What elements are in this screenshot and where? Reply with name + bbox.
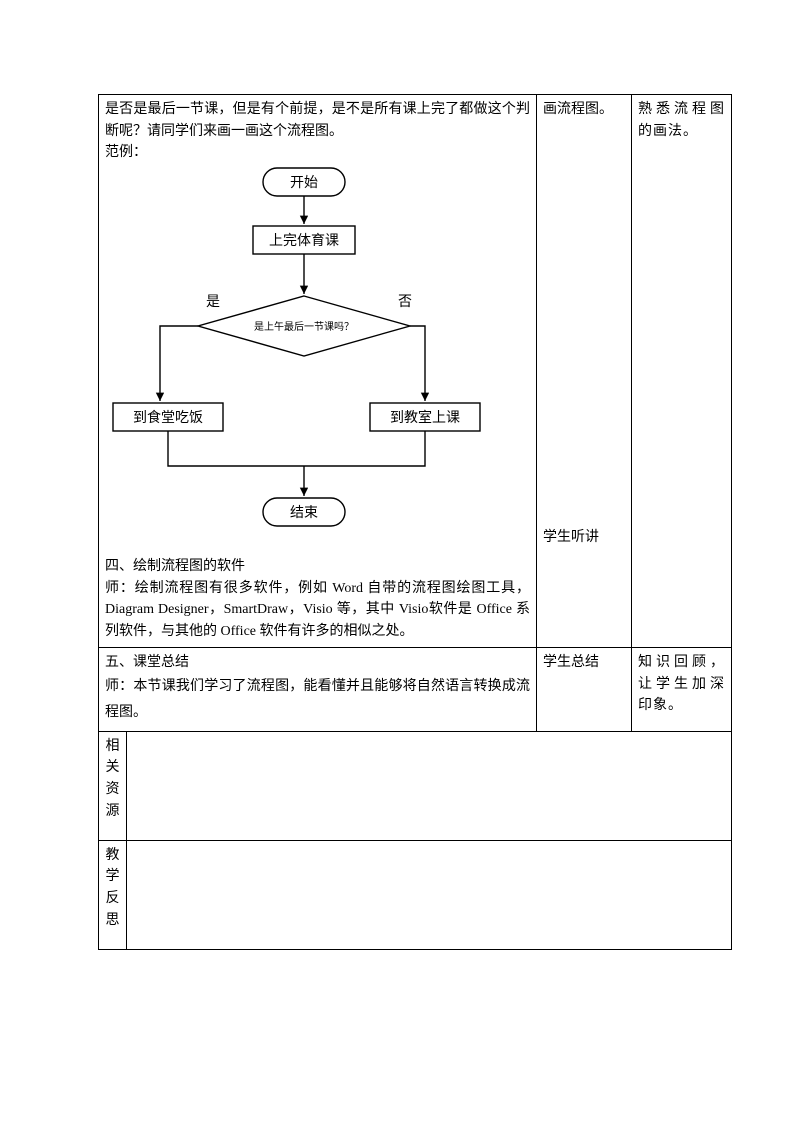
vchar: 学 (105, 866, 120, 888)
summary-side1-cell: 学生总结 (537, 647, 632, 731)
vchar: 反 (105, 888, 120, 910)
side-note-familiar: 熟悉流程图的画法。 (638, 99, 725, 142)
flowchart-svg: 开始 上完体育课 是上午最后一节课吗？ 是 否 (105, 166, 503, 556)
table-row: 教 学 反 思 (99, 840, 732, 949)
section5-body: 师：本节课我们学习了流程图，能看懂并且能够将自然语言转换成流程图。 (105, 674, 530, 727)
lesson-plan-table: 是否是最后一节课，但是有个前提，是不是所有课上完了都做这个判断呢？请同学们来画一… (98, 94, 732, 950)
side-note-review: 知识回顾，让学生加深印象。 (638, 652, 725, 717)
flow-yes-label: 是 (206, 295, 220, 310)
vchar: 思 (105, 910, 120, 932)
vchar: 相 (105, 736, 120, 758)
table-row: 五、课堂总结 师：本节课我们学习了流程图，能看懂并且能够将自然语言转换成流程图。… (99, 647, 732, 731)
example-label: 范例： (105, 142, 530, 164)
teaching-reflection-label: 教 学 反 思 (99, 840, 127, 949)
side-note-summary: 学生总结 (543, 652, 625, 674)
summary-side2-cell: 知识回顾，让学生加深印象。 (632, 647, 732, 731)
section4-title: 四、绘制流程图的软件 (105, 556, 530, 578)
related-resources-content (127, 731, 732, 840)
design-intent-cell: 熟悉流程图的画法。 (632, 95, 732, 648)
table-row: 是否是最后一节课，但是有个前提，是不是所有课上完了都做这个判断呢？请同学们来画一… (99, 95, 732, 648)
section5-title: 五、课堂总结 (105, 652, 530, 674)
vchar: 资 (105, 779, 120, 801)
flow-step-pe: 上完体育课 (269, 233, 339, 249)
student-activity-cell: 画流程图。 学生听讲 (537, 95, 632, 648)
side-note-draw: 画流程图。 (543, 99, 625, 121)
side-note-listen: 学生听讲 (543, 527, 599, 549)
flow-end: 结束 (290, 505, 318, 521)
section4-body: 师：绘制流程图有很多软件，例如 Word 自带的流程图绘图工具，Diagram … (105, 578, 530, 643)
vchar: 教 (105, 845, 120, 867)
main-content-cell: 是否是最后一节课，但是有个前提，是不是所有课上完了都做这个判断呢？请同学们来画一… (99, 95, 537, 648)
flow-start: 开始 (290, 175, 318, 191)
flow-no-label: 否 (398, 295, 412, 310)
flowchart: 开始 上完体育课 是上午最后一节课吗？ 是 否 (105, 166, 503, 556)
related-resources-label: 相 关 资 源 (99, 731, 127, 840)
table-row: 相 关 资 源 (99, 731, 732, 840)
intro-paragraph: 是否是最后一节课，但是有个前提，是不是所有课上完了都做这个判断呢？请同学们来画一… (105, 99, 530, 142)
flow-branch-yes: 到食堂吃饭 (133, 409, 203, 426)
vchar: 源 (105, 801, 120, 823)
flow-decision: 是上午最后一节课吗？ (254, 320, 354, 333)
document-page: 是否是最后一节课，但是有个前提，是不是所有课上完了都做这个判断呢？请同学们来画一… (0, 0, 794, 1123)
flow-branch-no: 到教室上课 (390, 409, 460, 426)
vchar: 关 (105, 757, 120, 779)
summary-main-cell: 五、课堂总结 师：本节课我们学习了流程图，能看懂并且能够将自然语言转换成流程图。 (99, 647, 537, 731)
teaching-reflection-content (127, 840, 732, 949)
